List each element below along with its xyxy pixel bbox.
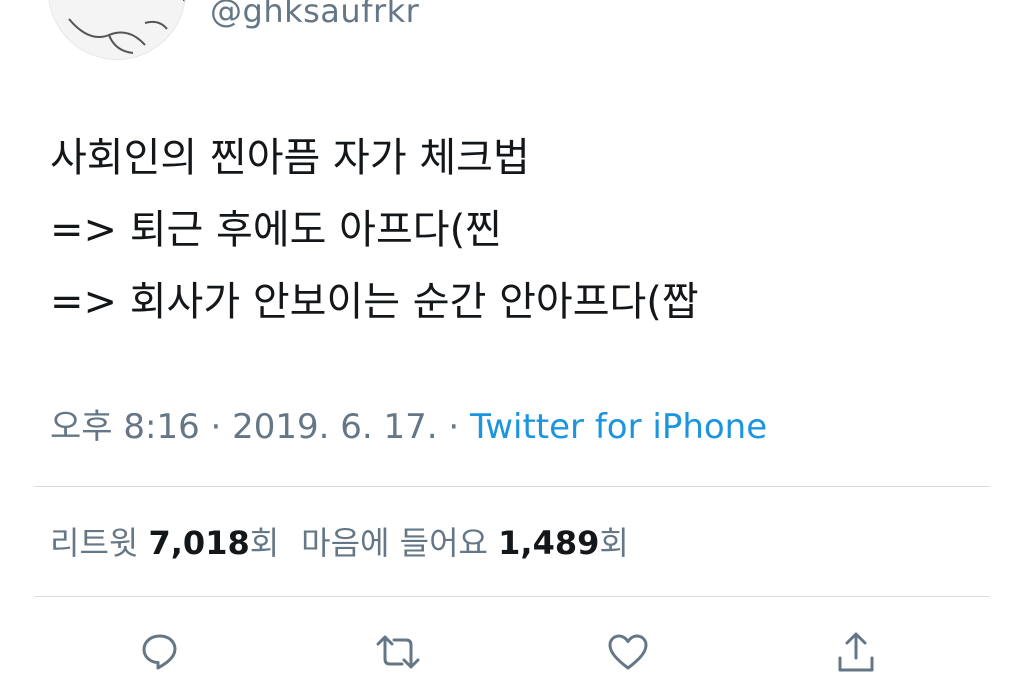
likes-label: 마음에 들어요 bbox=[301, 524, 499, 562]
speech-bubble-icon bbox=[142, 634, 177, 670]
divider bbox=[34, 486, 990, 487]
action-bar bbox=[0, 620, 1024, 680]
retweets-count: 7,018 bbox=[148, 524, 250, 562]
likes-suffix: 회 bbox=[599, 524, 629, 562]
tweet-text: 사회인의 찐아픔 자가 체크법 => 퇴근 후에도 아프다(찐 => 회사가 안… bbox=[50, 122, 990, 338]
tweet-stats: 리트윗 7,018회 마음에 들어요 1,489회 bbox=[50, 521, 629, 565]
user-handle[interactable]: @ghksaufrkr bbox=[210, 0, 419, 30]
tweet-source-link[interactable]: Twitter for iPhone bbox=[470, 407, 767, 447]
likes-count: 1,489 bbox=[498, 524, 600, 562]
like-button[interactable] bbox=[600, 624, 656, 680]
avatar-illustration bbox=[49, 0, 185, 59]
tweet-line: => 회사가 안보이는 순간 안아프다(짭 bbox=[50, 279, 699, 325]
retweets-suffix: 회 bbox=[249, 524, 280, 562]
tweet-date[interactable]: 2019. 6. 17. bbox=[232, 407, 437, 447]
retweet-button[interactable] bbox=[370, 624, 426, 680]
divider bbox=[34, 596, 990, 597]
retweet-icon bbox=[376, 635, 420, 669]
share-button[interactable] bbox=[828, 624, 884, 680]
tweet-metadata: 오후 8:16 · 2019. 6. 17. · Twitter for iPh… bbox=[50, 405, 767, 449]
likes-stat[interactable]: 마음에 들어요 1,489회 bbox=[301, 524, 629, 562]
heart-icon bbox=[608, 634, 648, 670]
tweet-line: => 퇴근 후에도 아프다(찐 bbox=[50, 207, 502, 253]
retweets-label: 리트윗 bbox=[50, 524, 149, 562]
reply-button[interactable] bbox=[132, 624, 188, 680]
share-icon bbox=[838, 632, 874, 672]
tweet-time[interactable]: 오후 8:16 bbox=[50, 407, 200, 447]
meta-separator: · bbox=[437, 407, 471, 447]
retweets-stat[interactable]: 리트윗 7,018회 bbox=[50, 524, 279, 562]
meta-separator: · bbox=[199, 407, 233, 447]
avatar[interactable] bbox=[48, 0, 186, 60]
tweet-line: 사회인의 찐아픔 자가 체크법 bbox=[50, 135, 530, 181]
